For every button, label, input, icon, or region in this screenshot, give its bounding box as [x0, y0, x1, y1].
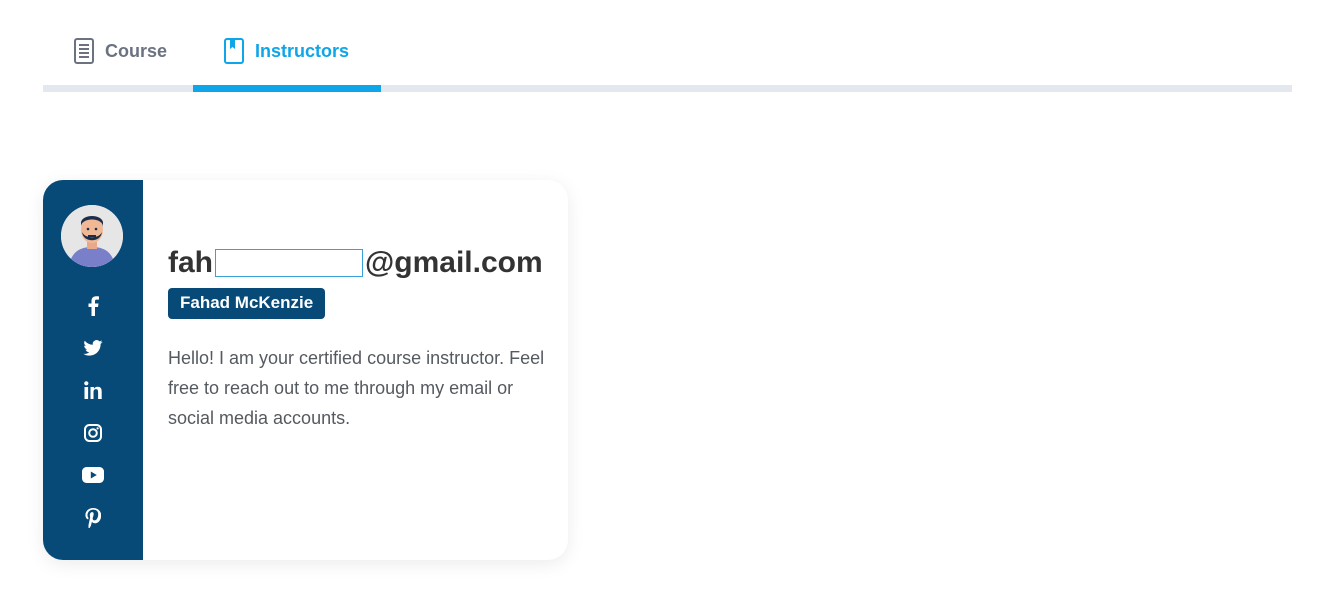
instructor-content: fah @gmail.com Fahad McKenzie Hello! I a…	[168, 240, 558, 433]
email-redacted-field[interactable]	[215, 249, 363, 277]
tab-instructors[interactable]: Instructors	[223, 36, 349, 66]
instructor-email: fah @gmail.com	[168, 240, 558, 286]
email-prefix: fah	[168, 246, 213, 279]
document-icon	[73, 38, 95, 64]
tab-course-label: Course	[105, 40, 168, 61]
tab-bar: Course Instructors	[43, 0, 1292, 92]
email-suffix: @gmail.com	[365, 246, 543, 279]
pinterest-icon[interactable]	[81, 506, 105, 530]
twitter-icon[interactable]	[81, 336, 105, 360]
instructor-bio: Hello! I am your certified course instru…	[168, 348, 545, 428]
avatar	[61, 205, 123, 267]
facebook-icon[interactable]	[81, 294, 105, 318]
instagram-icon[interactable]	[81, 421, 105, 445]
tab-instructors-label: Instructors	[255, 40, 350, 61]
bookmark-book-icon	[223, 38, 245, 64]
linkedin-icon[interactable]	[81, 378, 105, 402]
social-sidebar	[43, 180, 143, 560]
tab-active-indicator	[193, 85, 381, 92]
youtube-icon[interactable]	[81, 463, 105, 487]
tab-course[interactable]: Course	[73, 36, 167, 66]
instructor-name-badge: Fahad McKenzie	[168, 288, 326, 319]
instructor-card: fah @gmail.com Fahad McKenzie Hello! I a…	[43, 180, 568, 560]
